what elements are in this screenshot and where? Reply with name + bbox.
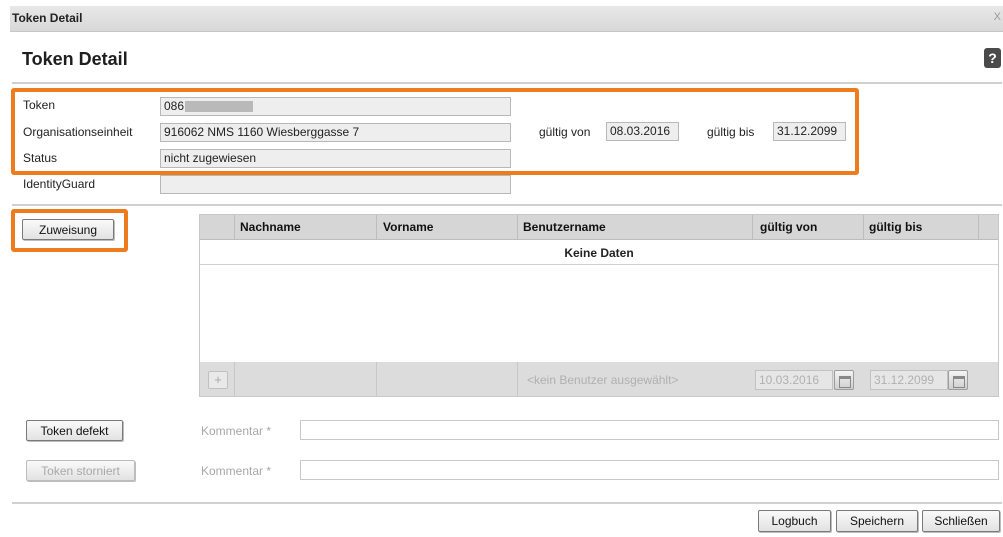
assignment-grid: Nachname Vorname Benutzername gültig von… (199, 214, 999, 397)
token-defect-button[interactable]: Token defekt (26, 420, 123, 441)
divider-top (12, 82, 1002, 84)
logbook-button[interactable]: Logbuch (758, 510, 831, 532)
grid-col-separator (863, 215, 864, 240)
user-select-placeholder[interactable]: <kein Benutzer ausgewählt> (527, 373, 678, 387)
to-date-input[interactable]: 31.12.2099 (870, 370, 948, 390)
divider-middle (12, 204, 1002, 206)
grid-col-separator (376, 215, 377, 240)
defect-comment-label: Kommentar * (201, 424, 272, 438)
grid-no-data: Keine Daten (200, 241, 998, 265)
grid-col-separator (234, 215, 235, 240)
identityguard-field (160, 175, 511, 194)
col-vorname[interactable]: Vorname (383, 220, 433, 234)
cancelled-comment-label: Kommentar * (201, 464, 272, 478)
close-button[interactable]: Schließen (922, 510, 1000, 532)
grid-col-separator (517, 215, 518, 240)
save-button[interactable]: Speichern (836, 510, 918, 532)
grid-col-separator (517, 362, 518, 396)
grid-header: Nachname Vorname Benutzername gültig von… (200, 215, 998, 240)
window-titlebar: Token Detail X (10, 6, 1003, 32)
col-gueltig-bis[interactable]: gültig bis (869, 220, 922, 234)
grid-footer-row: + <kein Benutzer ausgewählt> 10.03.2016 … (200, 362, 998, 396)
cancelled-comment-input[interactable] (300, 460, 999, 480)
plus-icon[interactable]: + (208, 371, 228, 389)
close-icon[interactable]: X (994, 11, 1001, 23)
calendar-icon[interactable] (948, 370, 968, 390)
grid-col-separator (978, 215, 979, 240)
from-date-input[interactable]: 10.03.2016 (755, 370, 833, 390)
highlight-token-info (11, 88, 859, 175)
calendar-icon[interactable] (834, 370, 854, 390)
grid-col-separator (752, 215, 753, 240)
col-nachname[interactable]: Nachname (240, 220, 301, 234)
divider-bottom (12, 502, 1002, 504)
grid-col-separator (234, 362, 235, 396)
page-title: Token Detail (22, 49, 128, 69)
grid-col-separator (376, 362, 377, 396)
help-icon[interactable]: ? (984, 48, 1001, 68)
window-title: Token Detail (12, 11, 83, 25)
col-benutzername[interactable]: Benutzername (523, 220, 606, 234)
token-cancelled-button[interactable]: Token storniert (26, 460, 135, 481)
highlight-assign-button (11, 209, 128, 252)
col-gueltig-von[interactable]: gültig von (760, 220, 817, 234)
defect-comment-input[interactable] (300, 420, 999, 440)
identityguard-label: IdentityGuard (23, 177, 96, 191)
